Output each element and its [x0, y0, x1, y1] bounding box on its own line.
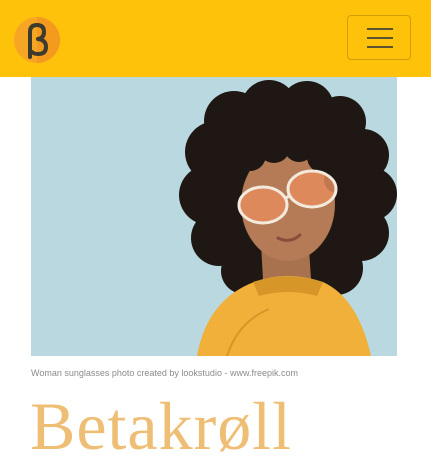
woman-with-sunglasses-photo: [31, 77, 397, 356]
beta-logo-icon[interactable]: [14, 17, 60, 63]
navbar: [0, 0, 431, 77]
photo-credit-caption: Woman sunglasses photo created by lookst…: [31, 368, 298, 378]
hero-photo: [31, 77, 397, 356]
hamburger-menu-icon: [367, 28, 393, 48]
page-title: Betakrøll: [30, 388, 293, 464]
menu-toggle-button[interactable]: [347, 15, 411, 60]
